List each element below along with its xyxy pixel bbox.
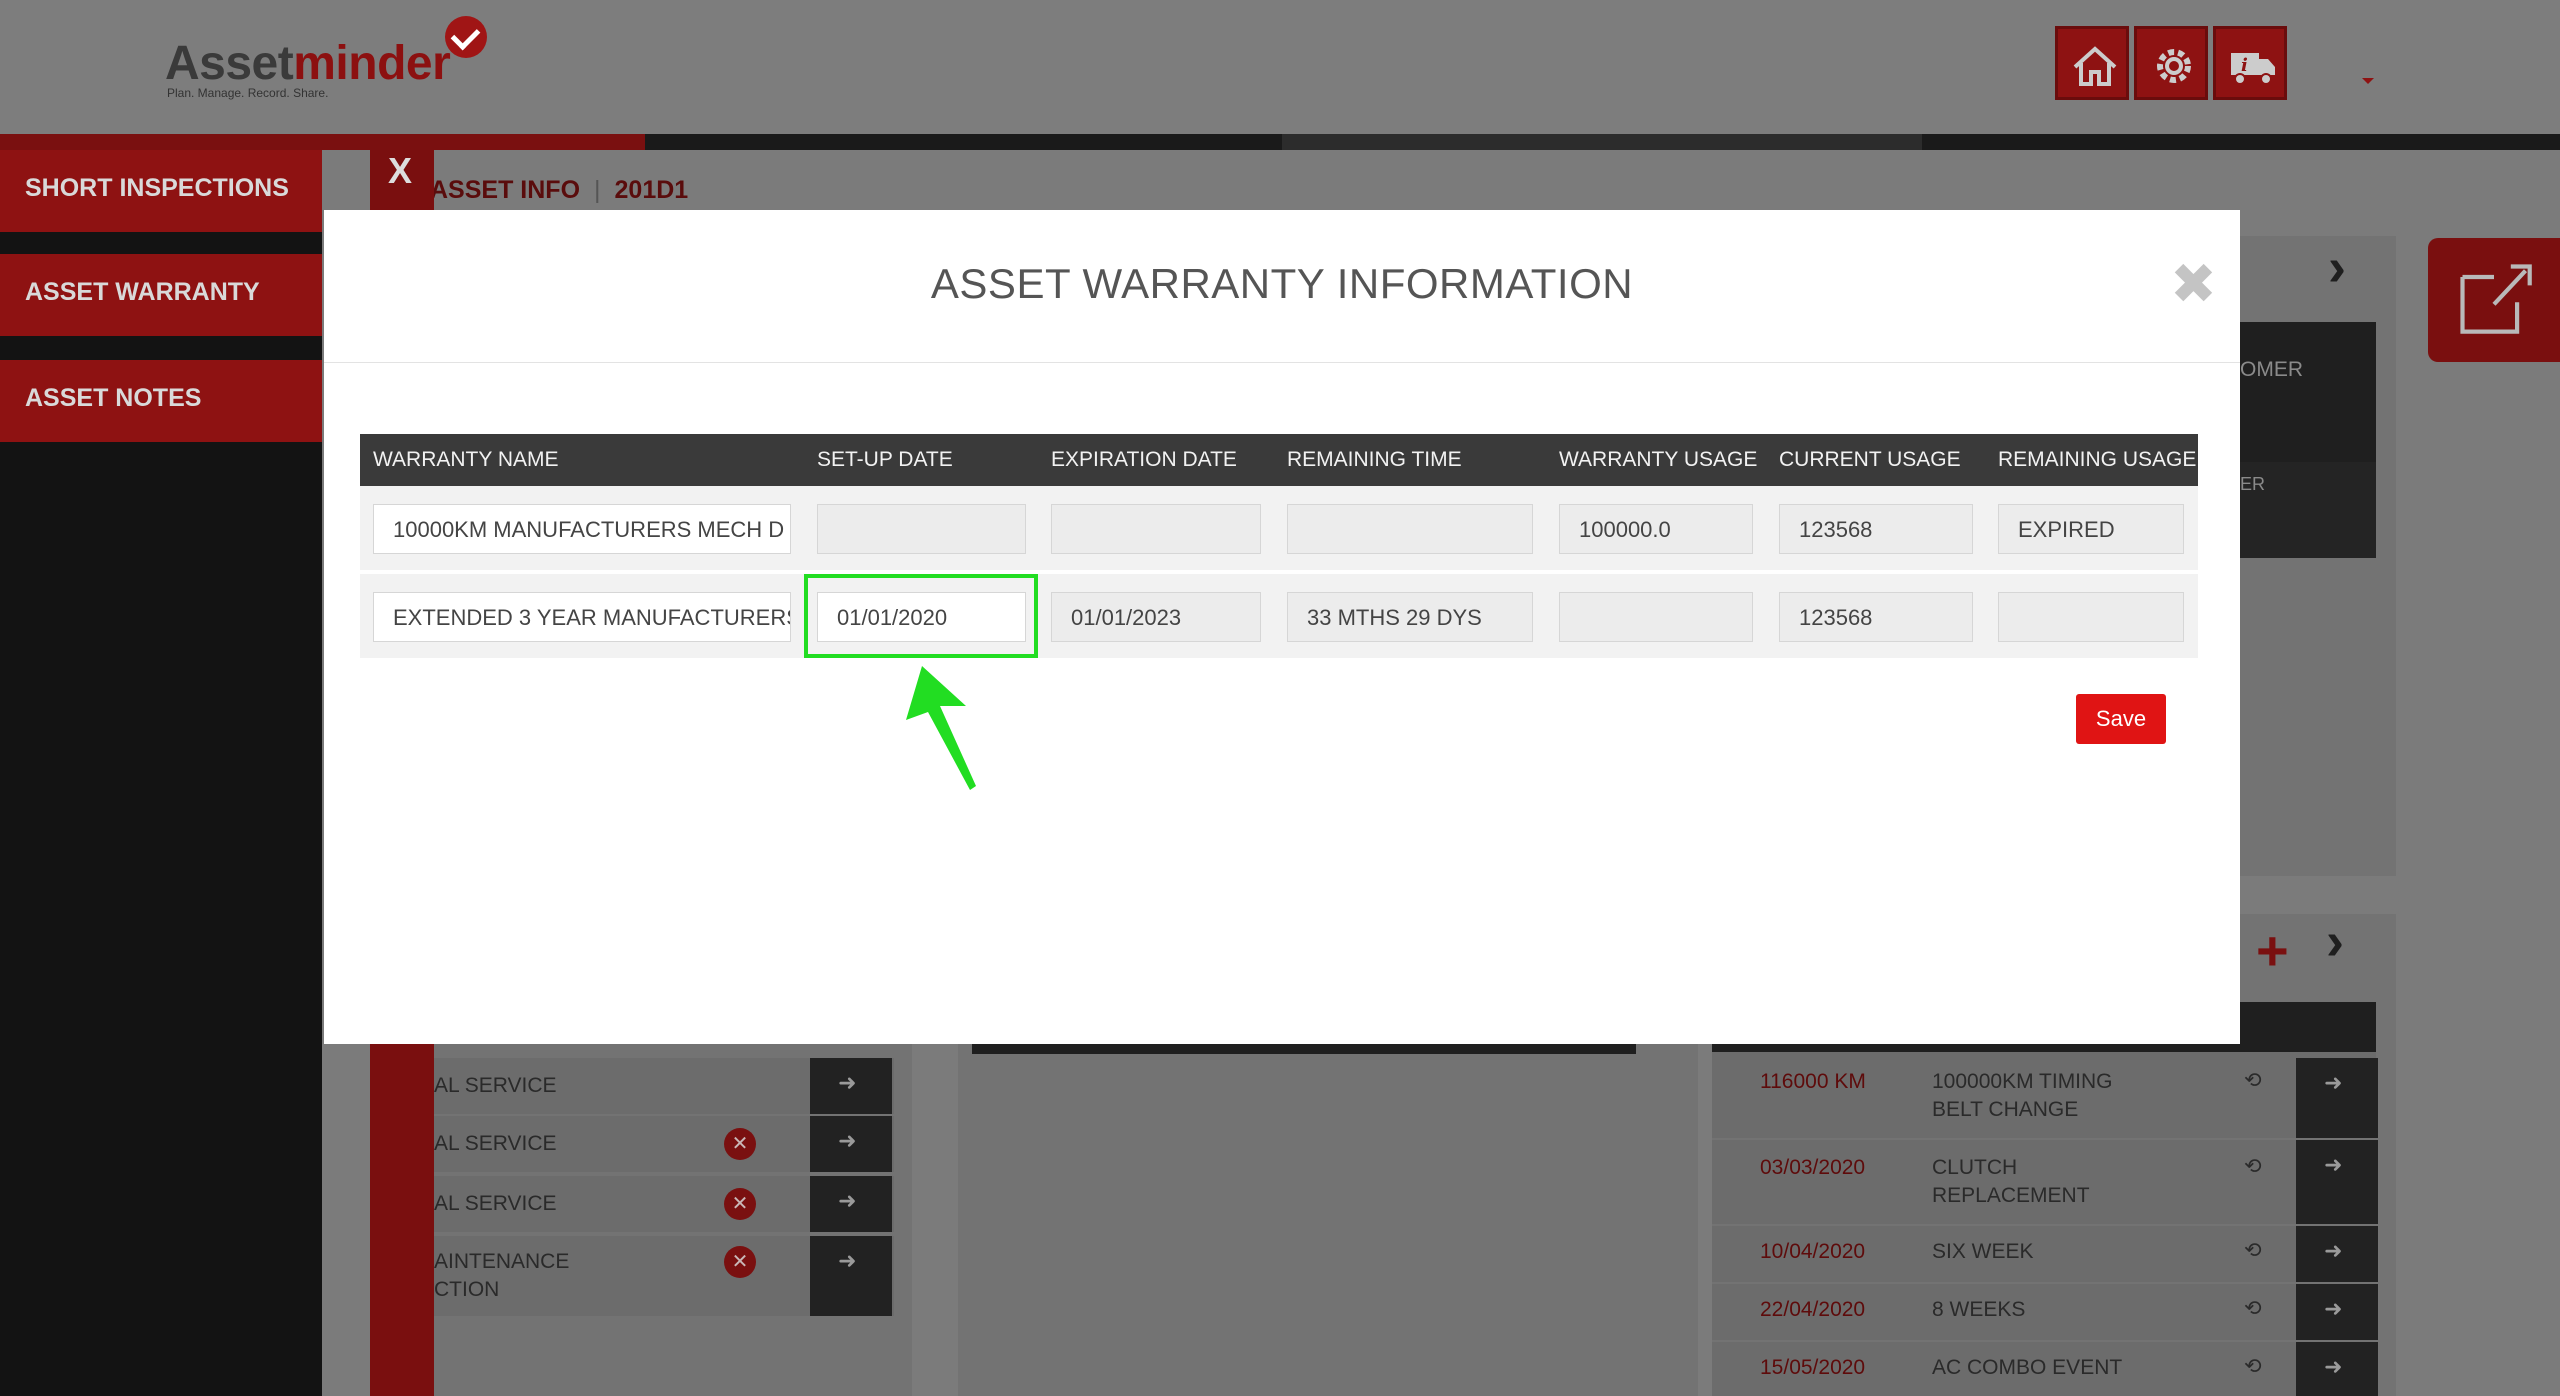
user-menu-caret-icon[interactable] <box>2362 78 2374 84</box>
close-icon: X <box>388 150 413 191</box>
history-reset-icon[interactable]: ⟲ <box>2244 1154 2262 1179</box>
service-open-arrow-icon[interactable] <box>810 1176 892 1232</box>
bg-right-label-1: OMER <box>2240 358 2303 381</box>
bg-middle-panel <box>958 1044 1698 1396</box>
warranty-row: 10000KM MANUFACTURERS MECH D 100000.0 12… <box>360 486 2198 570</box>
col-warranty-usage: WARRANTY USAGE <box>1559 448 1758 471</box>
warranty-name-field[interactable]: 10000KM MANUFACTURERS MECH D <box>373 504 791 554</box>
history-reset-icon[interactable]: ⟲ <box>2244 1238 2262 1263</box>
warranty-row: EXTENDED 3 YEAR MANUFACTURERS 01/01/2020… <box>360 574 2198 658</box>
remaining-usage-field <box>1998 592 2184 642</box>
service-delete-icon[interactable]: ✕ <box>724 1246 756 1278</box>
side-item-asset-warranty[interactable]: ASSET WARRANTY <box>0 254 322 336</box>
side-menu: SHORT INSPECTIONS ASSET WARRANTY ASSET N… <box>0 150 322 1396</box>
assetminder-logo[interactable]: Assetminder Plan. Manage. Record. Share. <box>165 16 487 100</box>
col-setup-date: SET-UP DATE <box>817 448 953 471</box>
history-open-arrow-icon[interactable] <box>2296 1226 2378 1282</box>
modal-title: ASSET WARRANTY INFORMATION <box>930 260 1634 307</box>
col-warranty-name: WARRANTY NAME <box>373 448 559 471</box>
history-open-arrow-icon[interactable] <box>2296 1284 2378 1340</box>
bg-add-icon[interactable]: + <box>2256 918 2289 983</box>
setup-date-field[interactable] <box>817 504 1026 554</box>
history-row[interactable]: 22/04/2020 8 WEEKS ⟲ <box>1712 1284 2378 1340</box>
history-reset-icon[interactable]: ⟲ <box>2244 1354 2262 1379</box>
col-current-usage: CURRENT USAGE <box>1779 448 1961 471</box>
bg-edit-side-button[interactable] <box>2428 238 2560 362</box>
breadcrumb-asset-id: 201D1 <box>614 176 689 204</box>
remaining-time-field <box>1287 504 1533 554</box>
logo-check-icon <box>445 16 487 58</box>
service-row[interactable]: AL SERVICE ✕ <box>434 1116 894 1172</box>
history-row[interactable]: 10/04/2020 SIX WEEK ⟲ <box>1712 1226 2378 1282</box>
pointer-arrow-icon <box>906 666 976 790</box>
bg-right-label-2: ER <box>2240 474 2266 494</box>
modal-close-icon[interactable]: ✖ <box>2170 256 2217 312</box>
service-open-arrow-icon[interactable] <box>810 1058 892 1114</box>
home-button[interactable] <box>2055 26 2129 100</box>
expiration-date-field: 01/01/2023 <box>1051 592 1261 642</box>
service-delete-icon[interactable]: ✕ <box>724 1128 756 1160</box>
svg-text:i: i <box>2241 55 2248 76</box>
warranty-usage-field[interactable] <box>1559 592 1753 642</box>
logo-word-minder: minder <box>293 37 451 90</box>
history-row[interactable]: 15/05/2020 AC COMBO EVENT ⟲ <box>1712 1342 2378 1396</box>
warranty-table-header: WARRANTY NAME SET-UP DATE EXPIRATION DAT… <box>360 434 2198 486</box>
col-remaining-time: REMAINING TIME <box>1287 448 1462 471</box>
service-open-arrow-icon[interactable] <box>810 1116 892 1172</box>
breadcrumb-section[interactable]: ASSET INFO <box>430 176 580 204</box>
home-icon <box>2073 46 2117 86</box>
bg-next-chevron-icon[interactable]: › <box>2328 236 2346 298</box>
progress-strip <box>0 134 2560 150</box>
col-expiration-date: EXPIRATION DATE <box>1051 448 1237 471</box>
history-open-arrow-icon[interactable] <box>2296 1342 2378 1396</box>
history-row[interactable]: 116000 KM 100000KM TIMING BELT CHANGE ⟲ <box>1712 1052 2378 1138</box>
history-reset-icon[interactable]: ⟲ <box>2244 1296 2262 1321</box>
side-item-asset-notes[interactable]: ASSET NOTES <box>0 360 322 442</box>
logo-tagline: Plan. Manage. Record. Share. <box>167 86 329 100</box>
settings-icon <box>2157 49 2191 83</box>
service-row[interactable]: AINTENANCE CTION ✕ <box>434 1236 894 1316</box>
logo-wordmark: Assetminder <box>165 36 451 91</box>
highlight-box <box>804 574 1038 658</box>
service-row[interactable]: AL SERVICE <box>434 1058 894 1114</box>
remaining-time-field: 33 MTHS 29 DYS <box>1287 592 1533 642</box>
modal-divider <box>324 362 2240 363</box>
current-usage-field: 123568 <box>1779 504 1973 554</box>
remaining-usage-field: EXPIRED <box>1998 504 2184 554</box>
breadcrumb: ASSET INFO | 201D1 <box>430 176 689 204</box>
warranty-name-field[interactable]: EXTENDED 3 YEAR MANUFACTURERS <box>373 592 791 642</box>
logo-word-asset: Asset <box>165 37 294 90</box>
settings-button[interactable] <box>2134 26 2208 100</box>
warranty-usage-field[interactable]: 100000.0 <box>1559 504 1753 554</box>
save-button[interactable]: Save <box>2076 694 2166 744</box>
edit-note-icon <box>2460 264 2532 334</box>
service-row[interactable]: AL SERVICE ✕ <box>434 1176 894 1232</box>
history-open-arrow-icon[interactable] <box>2296 1058 2378 1138</box>
vehicle-info-button[interactable]: i <box>2213 26 2287 100</box>
col-remaining-usage: REMAINING USAGE <box>1998 448 2197 471</box>
current-usage-field: 123568 <box>1779 592 1973 642</box>
side-item-short-inspections[interactable]: SHORT INSPECTIONS <box>0 150 322 232</box>
truck-info-icon: i <box>2231 53 2275 85</box>
service-open-arrow-icon[interactable] <box>810 1236 892 1316</box>
app-header: Assetminder Plan. Manage. Record. Share.… <box>0 0 2560 134</box>
service-delete-icon[interactable]: ✕ <box>724 1188 756 1220</box>
asset-warranty-modal: ASSET WARRANTY INFORMATION ✖ WARRANTY NA… <box>324 210 2240 1044</box>
history-reset-icon[interactable]: ⟲ <box>2244 1068 2262 1093</box>
history-row[interactable]: 03/03/2020 CLUTCH REPLACEMENT ⟲ <box>1712 1140 2378 1224</box>
history-open-arrow-icon[interactable] <box>2296 1140 2378 1224</box>
expiration-date-field <box>1051 504 1261 554</box>
bg-history-next-chevron-icon[interactable]: › <box>2326 910 2344 972</box>
